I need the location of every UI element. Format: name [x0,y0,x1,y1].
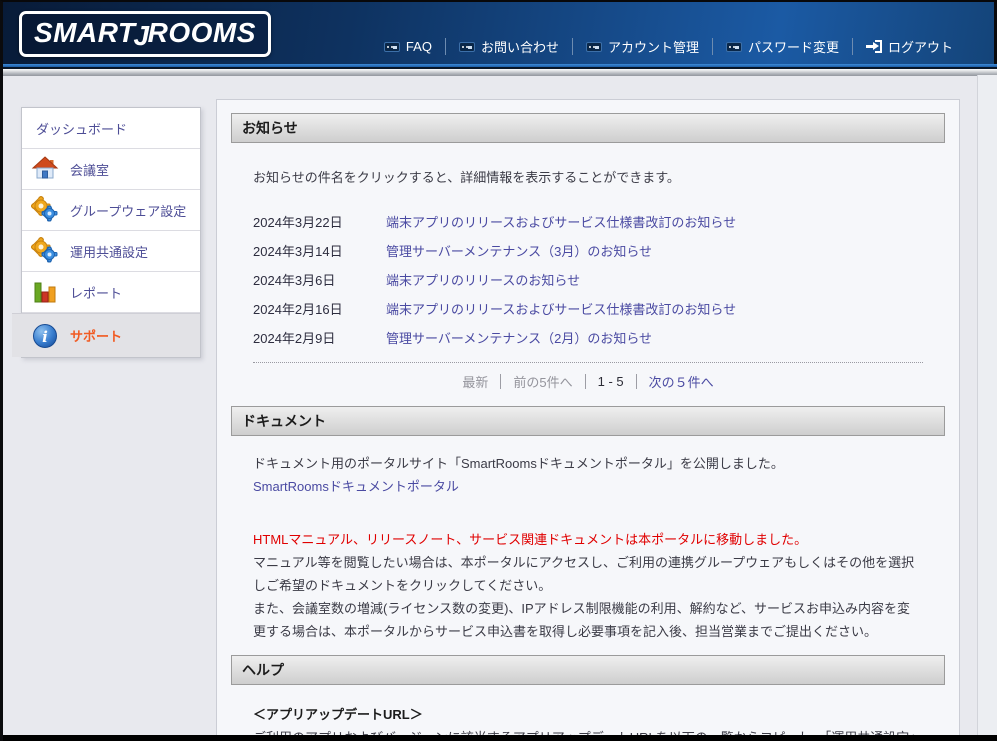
sidebar-label-operation-settings: 運用共通設定 [70,242,148,261]
announcement-date: 2024年2月9日 [253,328,386,347]
main-content: お知らせ お知らせの件名をクリックすると、詳細情報を表示することができます。 2… [216,99,960,741]
sidebar-label-groupware-settings: グループウェア設定 [70,201,186,220]
link-bullet-icon [459,42,475,52]
pagination-prev[interactable]: 前の5件へ [513,372,572,391]
list-divider [253,362,923,363]
announcements-intro: お知らせの件名をクリックすると、詳細情報を表示することができます。 [253,169,923,187]
announcements-body: お知らせの件名をクリックすると、詳細情報を表示することができます。 2024年3… [231,169,945,392]
announcement-row: 2024年2月16日 端末アプリのリリースおよびサービス仕様書改訂のお知らせ [253,294,923,323]
nav-label-password: パスワード変更 [748,37,839,56]
announcement-link[interactable]: 端末アプリのリリースのお知らせ [386,270,580,289]
pagination-range: 1 - 5 [598,374,624,389]
pagination-separator [585,374,586,389]
logo-text-right: ROOMS [148,17,256,48]
announcements-title: お知らせ [242,118,298,138]
top-nav: FAQ お問い合わせ アカウント管理 パスワード変更 ログアウト [371,37,966,56]
documents-para2: また、会議室数の増減(ライセンス数の変更)、IPアドレス制限機能の利用、解約など… [253,597,923,643]
home-icon [30,154,60,184]
documents-notice-red: HTMLマニュアル、リリースノート、サービス関連ドキュメントは本ポータルに移動し… [253,528,923,551]
announcement-row: 2024年3月14日 管理サーバーメンテナンス（3月）のお知らせ [253,236,923,265]
gears-icon [30,195,60,225]
pagination-separator [500,374,501,389]
logo-text-left: SMART [34,17,136,48]
help-title: ヘルプ [242,660,284,680]
page-frame: SMARTJROOMS FAQ お問い合わせ アカウント管理 パスワード変更 [0,0,997,741]
link-bullet-icon [726,42,742,52]
announcement-row: 2024年3月22日 端末アプリのリリースおよびサービス仕様書改訂のお知らせ [253,207,923,236]
nav-item-logout[interactable]: ログアウト [853,37,966,56]
svg-text:i: i [42,328,48,346]
app-header: SMARTJROOMS FAQ お問い合わせ アカウント管理 パスワード変更 [3,2,997,64]
pagination: 最新 前の5件へ 1 - 5 次の５件へ [253,370,923,392]
announcement-date: 2024年3月6日 [253,270,386,289]
logo-text: SMARTJROOMS [34,17,256,48]
link-bullet-icon [586,42,602,52]
documents-line1: ドキュメント用のポータルサイト「SmartRoomsドキュメントポータル」を公開… [253,452,923,475]
sidebar-item-groupware-settings[interactable]: グループウェア設定 [22,190,200,231]
smartrooms-logo: SMARTJROOMS [19,11,271,57]
pagination-next[interactable]: 次の５件へ [649,372,714,391]
documents-para1: マニュアル等を閲覧したい場合は、本ポータルにアクセスし、ご利用の連携グループウェ… [253,551,923,597]
logo-text-j: J [134,20,150,52]
pagination-separator [636,374,637,389]
announcement-row: 2024年3月6日 端末アプリのリリースのお知らせ [253,265,923,294]
documents-body: ドキュメント用のポータルサイト「SmartRoomsドキュメントポータル」を公開… [231,452,945,643]
nav-item-faq[interactable]: FAQ [371,39,445,54]
nav-label-account: アカウント管理 [608,37,699,56]
nav-item-password[interactable]: パスワード変更 [713,37,852,56]
scrollbar-gutter[interactable] [977,75,997,741]
logout-icon [866,40,882,53]
bar-chart-icon [30,277,60,307]
nav-label-logout: ログアウト [888,37,953,56]
pagination-latest[interactable]: 最新 [462,372,488,391]
documents-header: ドキュメント [231,406,945,436]
announcement-link[interactable]: 端末アプリのリリースおよびサービス仕様書改訂のお知らせ [386,299,736,318]
documents-title: ドキュメント [242,411,326,431]
info-icon: i [30,321,60,351]
announcement-link[interactable]: 管理サーバーメンテナンス（2月）のお知らせ [386,328,652,347]
document-portal-link[interactable]: SmartRoomsドキュメントポータル [253,479,459,494]
nav-label-contact: お問い合わせ [481,37,559,56]
sidebar-label-report: レポート [70,283,122,302]
link-bullet-icon [384,42,400,52]
sidebar-item-operation-settings[interactable]: 運用共通設定 [22,231,200,272]
announcement-link[interactable]: 管理サーバーメンテナンス（3月）のお知らせ [386,241,652,260]
announcement-row: 2024年2月9日 管理サーバーメンテナンス（2月）のお知らせ [253,323,923,352]
sidebar-label-dashboard: ダッシュボード [36,119,127,138]
nav-label-faq: FAQ [406,39,432,54]
header-divider [3,64,997,76]
nav-item-contact[interactable]: お問い合わせ [446,37,572,56]
sidebar-item-dashboard[interactable]: ダッシュボード [22,108,200,149]
announcement-date: 2024年3月14日 [253,241,386,260]
help-header: ヘルプ [231,655,945,685]
announcement-link[interactable]: 端末アプリのリリースおよびサービス仕様書改訂のお知らせ [386,212,736,231]
nav-item-account[interactable]: アカウント管理 [573,37,712,56]
announcement-date: 2024年3月22日 [253,212,386,231]
announcements-header: お知らせ [231,113,945,143]
sidebar-item-report[interactable]: レポート [22,272,200,313]
bottom-border [3,735,997,741]
gears-icon [30,236,60,266]
sidebar-label-support: サポート [70,326,122,345]
sidebar-label-meeting-room: 会議室 [70,160,109,179]
announcement-date: 2024年2月16日 [253,299,386,318]
sidebar-item-support[interactable]: i サポート [12,313,200,357]
sidebar-item-meeting-room[interactable]: 会議室 [22,149,200,190]
announcements-list: 2024年3月22日 端末アプリのリリースおよびサービス仕様書改訂のお知らせ 2… [253,207,923,352]
sidebar-menu: ダッシュボード 会議室 [21,107,201,358]
help-subtitle: ＜アプリアップデートURL＞ [253,703,923,726]
